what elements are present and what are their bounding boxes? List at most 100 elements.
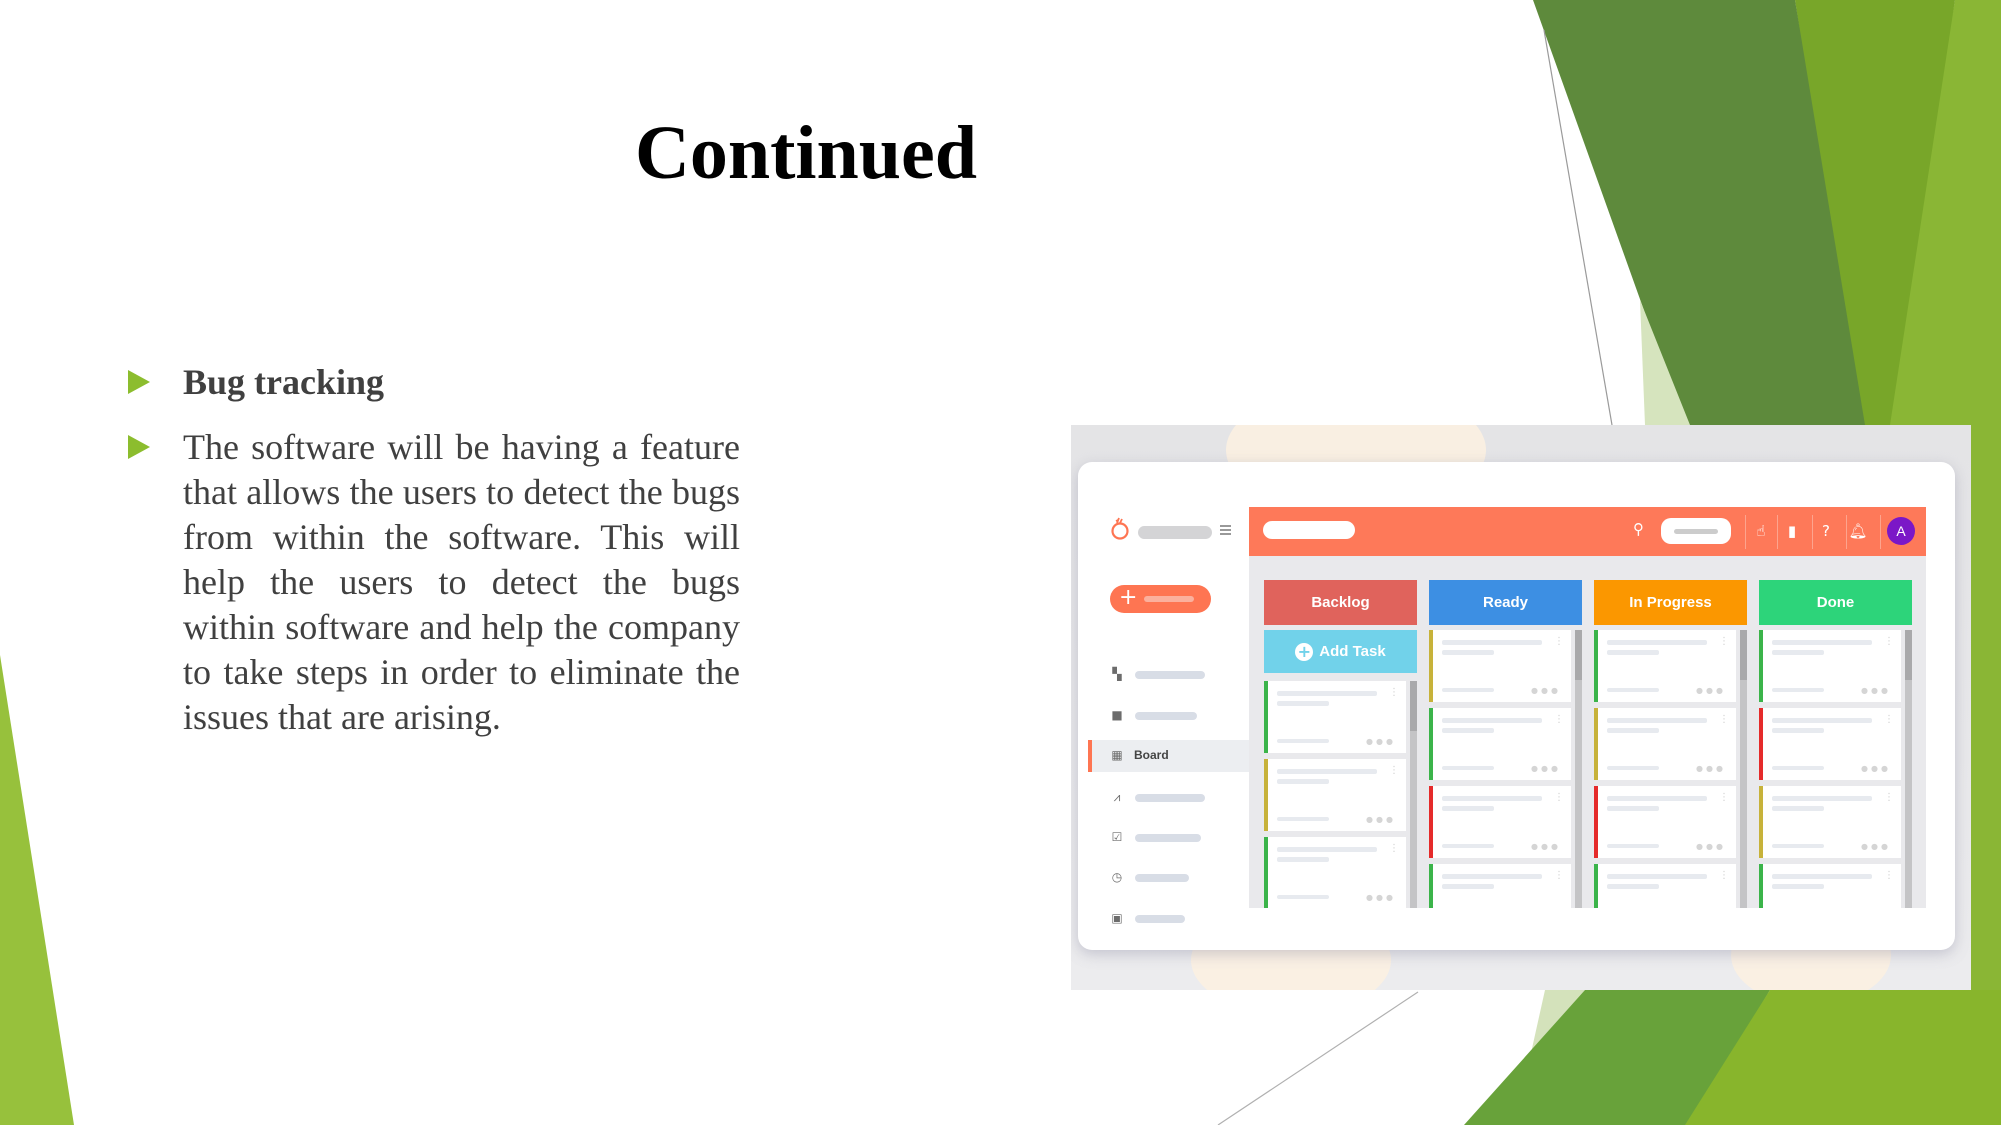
slide-title: Continued <box>634 111 978 195</box>
scrollbar-thumb[interactable] <box>1740 630 1747 680</box>
more-options-icon[interactable]: ⋮ <box>1719 870 1729 881</box>
more-options-icon[interactable]: ⋮ <box>1554 792 1564 803</box>
task-card[interactable]: ⋮●●● <box>1429 864 1571 908</box>
task-card[interactable]: ⋮ ●●● <box>1264 837 1406 908</box>
task-card[interactable]: ⋮●●● <box>1759 630 1901 702</box>
sidebar-label-placeholder <box>1135 794 1205 802</box>
task-card[interactable]: ⋮●●● <box>1759 708 1901 780</box>
board-icon: ▦ <box>1111 748 1123 762</box>
menu-icon[interactable] <box>1220 525 1231 535</box>
more-options-icon[interactable]: ⋮ <box>1884 714 1894 725</box>
scrollbar-thumb[interactable] <box>1575 630 1582 680</box>
more-options-icon[interactable]: ⋮ <box>1554 870 1564 881</box>
add-task-button[interactable]: + Add Task <box>1264 630 1417 673</box>
card-text-placeholder <box>1277 847 1377 852</box>
help-icon[interactable]: ? <box>1816 520 1836 542</box>
more-options-icon[interactable]: ⋮ <box>1719 714 1729 725</box>
bell-icon[interactable]: 🔔︎ <box>1848 520 1868 542</box>
card-text-placeholder <box>1442 688 1494 692</box>
card-text-placeholder <box>1607 640 1707 645</box>
card-meta-icons: ●●● <box>1531 686 1561 695</box>
card-text-placeholder <box>1442 640 1542 645</box>
pointer-icon[interactable]: ☝ <box>1751 520 1771 542</box>
card-text-placeholder <box>1442 874 1542 879</box>
task-card[interactable]: ⋮●●● <box>1594 630 1736 702</box>
contact-icon: ▣ <box>1111 911 1123 925</box>
divider <box>1880 515 1881 549</box>
task-card[interactable]: ⋮ ●●● <box>1429 630 1571 702</box>
card-text-placeholder <box>1607 884 1659 889</box>
more-options-icon[interactable]: ⋮ <box>1884 636 1894 647</box>
task-card[interactable]: ⋮ ●●● <box>1759 786 1901 858</box>
app-screenshot: + ▚ ■ ▦ Board ⩘ ☑ ◷ ▣ ⚲ ☝ ▮ ? 🔔︎ A Backl… <box>1071 425 1971 990</box>
card-text-placeholder <box>1772 884 1824 889</box>
task-card[interactable]: ⋮●●● <box>1759 864 1901 908</box>
task-card[interactable]: ⋮●●● <box>1594 786 1736 858</box>
sidebar-item-contacts[interactable]: ▣ <box>1088 903 1249 935</box>
card-meta-icons: ●●● <box>1531 842 1561 851</box>
sidebar-label-placeholder <box>1135 874 1189 882</box>
search-input[interactable] <box>1661 518 1731 544</box>
card-text-placeholder <box>1277 895 1329 899</box>
column-scrollbar[interactable] <box>1410 681 1417 908</box>
divider <box>1777 515 1778 549</box>
feedback-icon[interactable]: ▮ <box>1782 520 1802 542</box>
new-item-button[interactable]: + <box>1110 585 1211 613</box>
task-card[interactable]: ⋮ ●●● <box>1594 708 1736 780</box>
avatar[interactable]: A <box>1887 517 1915 545</box>
briefcase-icon: ■ <box>1111 708 1123 722</box>
more-options-icon[interactable]: ⋮ <box>1554 636 1564 647</box>
scrollbar-thumb[interactable] <box>1410 681 1417 731</box>
divider <box>1745 515 1746 549</box>
card-text-placeholder <box>1772 874 1872 879</box>
card-text-placeholder <box>1772 688 1824 692</box>
more-options-icon[interactable]: ⋮ <box>1554 714 1564 725</box>
card-text-placeholder <box>1607 688 1659 692</box>
card-meta-icons: ●●● <box>1861 842 1891 851</box>
more-options-icon[interactable]: ⋮ <box>1884 792 1894 803</box>
more-options-icon[interactable]: ⋮ <box>1389 765 1399 776</box>
column-scrollbar[interactable] <box>1740 630 1747 908</box>
kanban-board: Backlog Ready In Progress Done + Add Task… <box>1249 556 1926 908</box>
scrollbar-thumb[interactable] <box>1905 630 1912 680</box>
task-card[interactable]: ⋮●●● <box>1429 708 1571 780</box>
more-options-icon[interactable]: ⋮ <box>1884 870 1894 881</box>
more-options-icon[interactable]: ⋮ <box>1389 843 1399 854</box>
sidebar-item-time[interactable]: ◷ <box>1088 862 1249 894</box>
sidebar-item-dashboard[interactable]: ▚ <box>1088 659 1249 691</box>
project-title-placeholder <box>1263 521 1355 539</box>
card-meta-icons: ●●● <box>1696 764 1726 773</box>
task-card[interactable]: ⋮●●● <box>1264 759 1406 831</box>
card-meta-icons: ●●● <box>1366 893 1396 902</box>
column-header-backlog: Backlog <box>1264 580 1417 625</box>
card-text-placeholder <box>1442 728 1494 733</box>
sidebar-item-tasks[interactable]: ☑ <box>1088 822 1249 854</box>
sidebar-item-board[interactable]: ▦ Board <box>1088 740 1253 772</box>
card-text-placeholder <box>1277 769 1377 774</box>
dashboard-icon: ▚ <box>1112 667 1122 681</box>
card-text-placeholder <box>1277 701 1329 706</box>
more-options-icon[interactable]: ⋮ <box>1719 792 1729 803</box>
divider <box>1812 515 1813 549</box>
search-icon[interactable]: ⚲ <box>1633 520 1644 538</box>
card-text-placeholder <box>1442 806 1494 811</box>
sidebar-item-projects[interactable]: ■ <box>1088 700 1249 732</box>
clock-icon: ◷ <box>1111 870 1123 884</box>
column-scrollbar[interactable] <box>1905 630 1912 908</box>
task-card[interactable]: ⋮●●● <box>1594 864 1736 908</box>
app-window: + ▚ ■ ▦ Board ⩘ ☑ ◷ ▣ ⚲ ☝ ▮ ? 🔔︎ A Backl… <box>1078 462 1955 950</box>
card-text-placeholder <box>1607 844 1659 848</box>
card-text-placeholder <box>1772 796 1872 801</box>
more-options-icon[interactable]: ⋮ <box>1719 636 1729 647</box>
bullet-text: The software will be having a feature th… <box>183 427 740 737</box>
column-scrollbar[interactable] <box>1575 630 1582 908</box>
card-text-placeholder <box>1772 640 1872 645</box>
task-card[interactable]: ⋮ ●●● <box>1429 786 1571 858</box>
task-card[interactable]: ⋮●●● <box>1264 681 1406 753</box>
card-text-placeholder <box>1607 874 1707 879</box>
card-text-placeholder <box>1772 650 1824 655</box>
more-options-icon[interactable]: ⋮ <box>1389 687 1399 698</box>
card-text-placeholder <box>1772 844 1824 848</box>
sidebar-item-activity[interactable]: ⩘ <box>1088 782 1249 814</box>
card-text-placeholder <box>1607 796 1707 801</box>
